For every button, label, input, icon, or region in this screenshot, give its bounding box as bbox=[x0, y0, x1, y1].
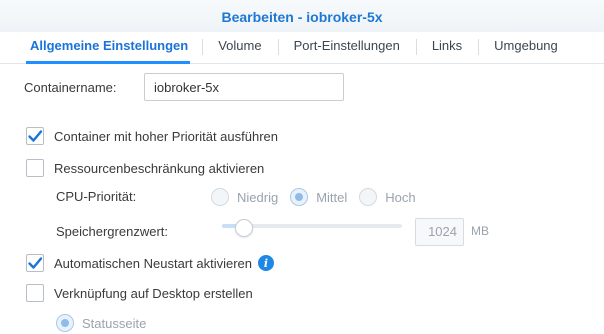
tab-bar: Allgemeine Einstellungen Volume Port-Ein… bbox=[0, 32, 604, 64]
container-name-input[interactable] bbox=[144, 73, 344, 101]
high-priority-row: Container mit hoher Priorität ausführen bbox=[26, 127, 278, 145]
desktop-shortcut-checkbox[interactable] bbox=[26, 284, 44, 302]
memory-limit-input[interactable]: 1024 bbox=[415, 218, 464, 246]
high-priority-label: Container mit hoher Priorität ausführen bbox=[54, 128, 279, 144]
resource-limit-row: Ressourcenbeschränkung aktivieren bbox=[26, 159, 264, 177]
cpu-priority-medium-radio[interactable] bbox=[290, 188, 309, 206]
window-title: Bearbeiten - iobroker-5x bbox=[0, 0, 604, 32]
desktop-shortcut-label: Verknüpfung auf Desktop erstellen bbox=[54, 285, 253, 301]
tab-general-settings[interactable]: Allgemeine Einstellungen bbox=[14, 32, 202, 64]
checkmark-icon bbox=[28, 130, 43, 142]
cpu-priority-high-radio[interactable] bbox=[359, 188, 378, 206]
status-page-label: Statusseite bbox=[82, 315, 147, 331]
tab-links[interactable]: Links bbox=[415, 32, 478, 64]
checkmark-icon bbox=[28, 257, 43, 269]
resource-limit-label: Ressourcenbeschränkung aktivieren bbox=[54, 160, 265, 176]
auto-restart-label: Automatischen Neustart aktivieren bbox=[54, 255, 252, 271]
cpu-priority-high-label: Hoch bbox=[385, 189, 416, 205]
cpu-priority-low-label: Niedrig bbox=[237, 189, 279, 205]
resource-limit-checkbox[interactable] bbox=[26, 159, 44, 177]
memory-limit-slider-handle[interactable] bbox=[234, 219, 253, 237]
tab-environment[interactable]: Umgebung bbox=[478, 32, 574, 64]
tab-port-settings[interactable]: Port-Einstellungen bbox=[277, 32, 416, 64]
status-page-radio[interactable] bbox=[56, 314, 74, 332]
status-page-row: Statusseite bbox=[56, 314, 158, 332]
high-priority-checkbox[interactable] bbox=[26, 127, 44, 145]
tab-volume[interactable]: Volume bbox=[202, 32, 277, 64]
info-icon[interactable]: i bbox=[257, 255, 274, 271]
auto-restart-row: Automatischen Neustart aktivieren i bbox=[26, 254, 274, 272]
auto-restart-checkbox[interactable] bbox=[26, 254, 44, 272]
memory-limit-label-row: Speichergrenzwert: bbox=[56, 224, 168, 239]
cpu-priority-low-radio[interactable] bbox=[211, 188, 229, 206]
radio-dot bbox=[295, 193, 304, 201]
general-settings-panel: Containername: Container mit hoher Prior… bbox=[0, 64, 604, 334]
container-name-label: Containername: bbox=[24, 80, 117, 95]
cpu-priority-medium-label: Mittel bbox=[316, 189, 348, 205]
radio-dot bbox=[61, 319, 69, 327]
container-name-row: Containername: bbox=[24, 80, 117, 95]
memory-limit-unit: MB bbox=[471, 224, 489, 238]
cpu-priority-label-row: CPU-Priorität: bbox=[56, 189, 136, 204]
cpu-priority-options: Niedrig Mittel Hoch bbox=[211, 188, 428, 206]
desktop-shortcut-row: Verknüpfung auf Desktop erstellen bbox=[26, 284, 253, 302]
cpu-priority-label: CPU-Priorität: bbox=[56, 189, 137, 204]
memory-limit-label: Speichergrenzwert: bbox=[56, 224, 168, 239]
